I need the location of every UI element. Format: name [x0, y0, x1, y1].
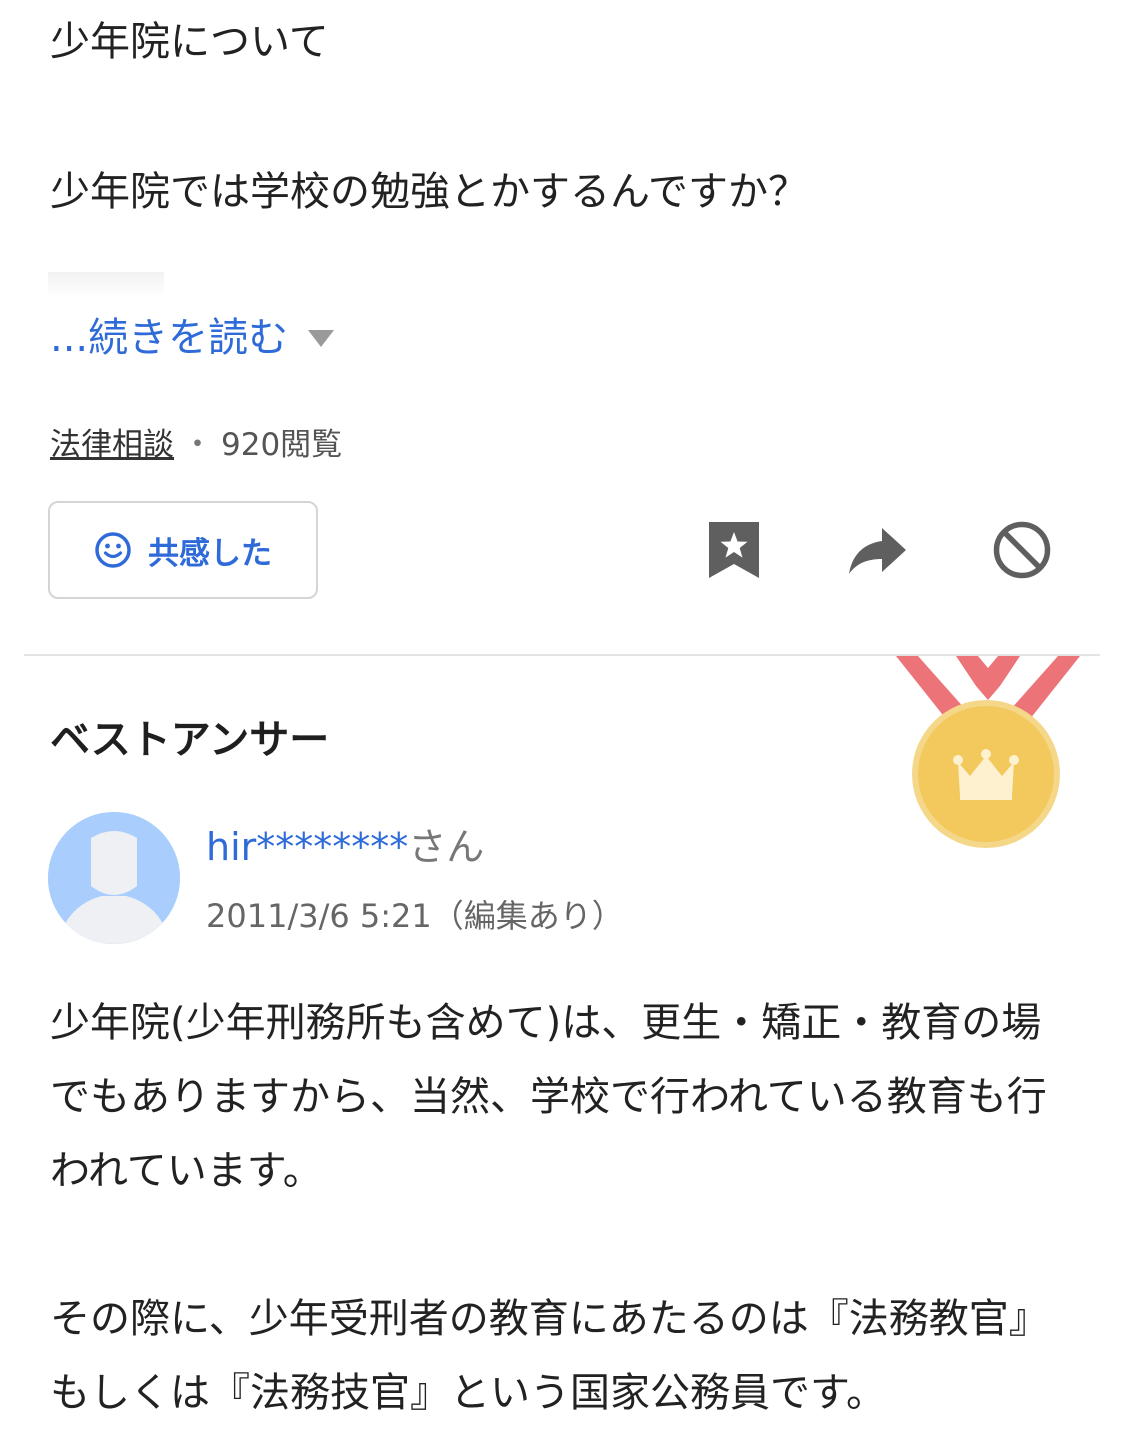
text-fade-overlay: [48, 272, 164, 298]
answerer-name: hir********さん: [206, 822, 484, 872]
user-silhouette-icon: [48, 812, 180, 944]
chevron-down-icon: [308, 329, 335, 347]
honorific-suffix: さん: [408, 825, 485, 869]
read-more-label: ...続きを読む: [50, 315, 289, 361]
best-answer-heading: ベストアンサー: [50, 717, 330, 763]
crown-medal-icon: [896, 656, 1080, 848]
answer-paragraph-2: その際に、少年受刑者の教育にあたるのは『法務教官』もしくは『法務技官』という国家…: [50, 1296, 1049, 1416]
answer-date: 2011/3/6 5:21（編集あり）: [206, 897, 624, 935]
bookmark-star-icon[interactable]: [706, 520, 762, 580]
empathy-button[interactable]: 共感した: [48, 501, 318, 599]
question-title: 少年院について: [50, 19, 329, 65]
smile-icon: [95, 532, 131, 568]
answer-paragraph-1: 少年院(少年刑務所も含めて)は、更生・矯正・教育の場でもありますから、当然、学校…: [50, 1000, 1047, 1194]
answer-body: 少年院(少年刑務所も含めて)は、更生・矯正・教育の場でもありますから、当然、学校…: [50, 986, 1080, 1430]
answerer-name-link[interactable]: hir********: [206, 825, 408, 869]
category-link[interactable]: 法律相談: [50, 427, 174, 463]
read-more-link[interactable]: ...続きを読む: [50, 312, 335, 364]
question-body: 少年院では学校の勉強とかするんですか？: [50, 169, 808, 215]
view-count: 920閲覧: [221, 427, 343, 463]
avatar[interactable]: [48, 812, 180, 944]
meta-separator: ・: [182, 427, 213, 463]
share-arrow-icon[interactable]: [846, 526, 908, 576]
block-icon[interactable]: [992, 520, 1052, 580]
empathy-label: 共感した: [148, 535, 272, 572]
question-meta: 法律相談・ 920閲覧: [50, 424, 342, 466]
